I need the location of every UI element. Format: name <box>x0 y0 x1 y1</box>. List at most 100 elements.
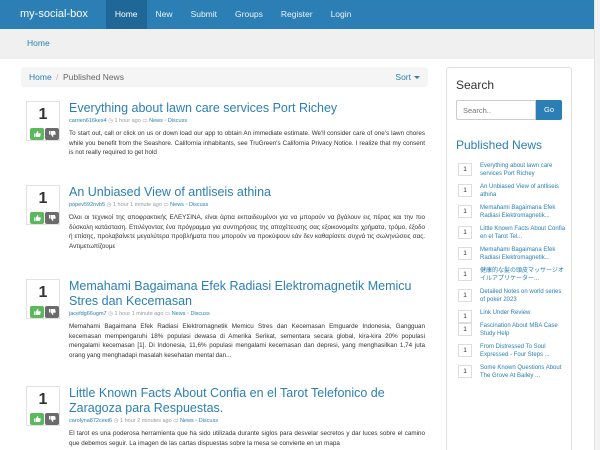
post-category-link[interactable]: News <box>172 311 186 317</box>
thumbs-down-icon <box>49 215 56 221</box>
list-item: 1 Fascination About MBA Case Study Help <box>456 322 566 338</box>
downvote-button[interactable] <box>45 128 59 140</box>
list-item: 1 Memahami Bagaimana Efek Radiasi Elektro… <box>456 246 566 262</box>
post-title-link[interactable]: Memahami Bagaimana Efek Radiasi Elektrom… <box>69 279 425 309</box>
breadcrumb-home-link[interactable]: Home <box>29 72 52 82</box>
thumbs-up-icon <box>34 215 41 221</box>
list-item: 1 Everything about lawn care services Por… <box>456 162 566 178</box>
nav-groups[interactable]: Groups <box>226 0 272 29</box>
clock-icon: ◷ <box>106 202 112 208</box>
post-excerpt: Όλοι οι τεχνικοί της αποφρακτικής ΕΛΕΥΣΙ… <box>69 214 425 250</box>
nav-register[interactable]: Register <box>272 0 322 29</box>
post-time: 1 hour 2 minutes ago <box>120 418 172 424</box>
upvote-button[interactable] <box>30 212 44 224</box>
nav-submit[interactable]: Submit <box>182 0 226 29</box>
post-author-link[interactable]: carolyna872ceei6 <box>69 418 112 424</box>
post-discuss-link[interactable]: Discuss <box>168 118 187 124</box>
post-meta: popev592nvb5 ◷ 1 hour 1 minute ago ▭ New… <box>69 202 425 208</box>
post-time: 1 hour 1 minute ago <box>112 202 162 208</box>
post-discuss-link[interactable]: Discuss <box>190 311 209 317</box>
nav-home[interactable]: Home <box>105 0 147 29</box>
post-category-link[interactable]: News <box>180 418 194 424</box>
post-author-link[interactable]: carrien616kes4 <box>69 118 107 124</box>
folder-icon: ▭ <box>164 311 171 317</box>
post-time: 1 hour ago <box>114 118 141 124</box>
search-heading: Search <box>456 78 495 92</box>
clock-icon: ◷ <box>113 418 119 424</box>
list-item: 1 Detailed Notes on world series of poker… <box>456 288 566 304</box>
post-body: Little Known Facts About Confia en el Ta… <box>69 386 425 448</box>
post-title-link[interactable]: An Unbiased View of antliseis athina <box>69 185 425 200</box>
news-link[interactable]: Fascination About MBA Case Study Help <box>480 322 566 338</box>
vote-badge: 1 <box>458 344 472 357</box>
clock-icon: ◷ <box>108 311 113 317</box>
post-title-link[interactable]: Little Known Facts About Confia en el Ta… <box>69 386 425 416</box>
post-category-link[interactable]: News <box>149 118 163 124</box>
news-link[interactable]: Everything about lawn care services Port… <box>480 162 566 178</box>
news-link[interactable]: Memahami Bagaimana Efek Radiasi Elektrom… <box>480 204 566 220</box>
post-time: 1 hour 1 minute ago <box>114 311 164 317</box>
sort-dropdown[interactable]: Sort <box>395 72 420 82</box>
breadcrumb-separator: / <box>56 72 59 82</box>
post-category-link[interactable]: News <box>170 202 184 208</box>
search-go-button[interactable]: Go <box>536 100 562 120</box>
vote-count: 1 <box>38 106 48 123</box>
vote-badge: 1 <box>458 323 472 336</box>
news-link[interactable]: Memahami Bagaimana Efek Radiasi Elektrom… <box>480 246 566 262</box>
published-news-heading: Published News <box>456 138 543 152</box>
page-scrollbar[interactable] <box>594 0 600 450</box>
downvote-button[interactable] <box>45 212 59 224</box>
vote-box: 1 <box>26 386 60 426</box>
vote-badge: 1 <box>458 184 472 197</box>
comment-icon: ▫ <box>195 418 198 424</box>
thumbs-down-icon <box>49 131 56 137</box>
post-discuss-link[interactable]: Discuss <box>199 418 218 424</box>
thumbs-down-icon <box>49 416 56 422</box>
vote-count: 1 <box>38 391 48 408</box>
search-input[interactable] <box>456 100 536 120</box>
nav-new[interactable]: New <box>147 0 182 29</box>
comment-icon: ▫ <box>185 202 188 208</box>
news-link[interactable]: Some Known Questions About The Grove At … <box>480 364 566 380</box>
upvote-button[interactable] <box>30 128 44 140</box>
vote-count: 1 <box>38 190 48 207</box>
upvote-button[interactable] <box>30 306 44 318</box>
folder-icon: ▭ <box>142 118 148 124</box>
nav-login[interactable]: Login <box>322 0 361 29</box>
comment-icon: ▫ <box>187 311 189 317</box>
top-navbar: my-social-box Home New Submit Groups Reg… <box>0 0 600 29</box>
post-discuss-link[interactable]: Discuss <box>189 202 208 208</box>
post-author-link[interactable]: jacefdg66ugm7 <box>69 311 107 317</box>
news-link[interactable]: 健康的な髪の頭皮マッサージオイルアプリケーター... <box>480 267 566 283</box>
post-meta: carolyna872ceei6 ◷ 1 hour 2 minutes ago … <box>69 418 425 424</box>
sidebar: Search Go Published News 1 Everything abo… <box>446 67 572 450</box>
post-meta: carrien616kes4 ◷ 1 hour ago ▭ News ▫ Dis… <box>69 118 425 124</box>
vote-badge: 1 <box>458 247 472 260</box>
header-home-link[interactable]: Home <box>27 38 50 48</box>
caret-down-icon <box>414 76 420 80</box>
vote-badge: 1 <box>458 226 472 239</box>
news-link[interactable]: An Unbiased View of antliseis athina <box>480 183 566 199</box>
downvote-button[interactable] <box>45 306 59 318</box>
thumbs-down-icon <box>49 309 56 315</box>
sort-label: Sort <box>395 72 411 82</box>
vote-badge: 1 <box>458 289 472 302</box>
post-body: Memahami Bagaimana Efek Radiasi Elektrom… <box>69 279 425 360</box>
site-brand[interactable]: my-social-box <box>0 0 106 29</box>
post-title-link[interactable]: Everything about lawn care services Port… <box>69 101 425 116</box>
news-link[interactable]: Little Known Facts About Confia en el Ta… <box>480 225 566 241</box>
news-link[interactable]: From Distressed To Soul Expressed - Four… <box>480 343 566 359</box>
list-item: 1 健康的な髪の頭皮マッサージオイルアプリケーター... <box>456 267 566 283</box>
news-link[interactable]: Detailed Notes on world series of poker … <box>480 288 566 304</box>
vote-badge: 1 <box>458 268 472 281</box>
folder-icon: ▭ <box>173 418 179 424</box>
news-link[interactable]: Link Under Review <box>480 309 566 317</box>
downvote-button[interactable] <box>45 413 59 425</box>
vote-badge: 1 <box>458 205 472 218</box>
list-item: 1 Little Known Facts About Confia en el T… <box>456 225 566 241</box>
header-band: Home <box>0 29 594 59</box>
post-author-link[interactable]: popev592nvb5 <box>69 202 105 208</box>
search-form: Go <box>456 100 562 120</box>
list-item: 1 From Distressed To Soul Expressed - Fou… <box>456 343 566 359</box>
upvote-button[interactable] <box>30 413 44 425</box>
